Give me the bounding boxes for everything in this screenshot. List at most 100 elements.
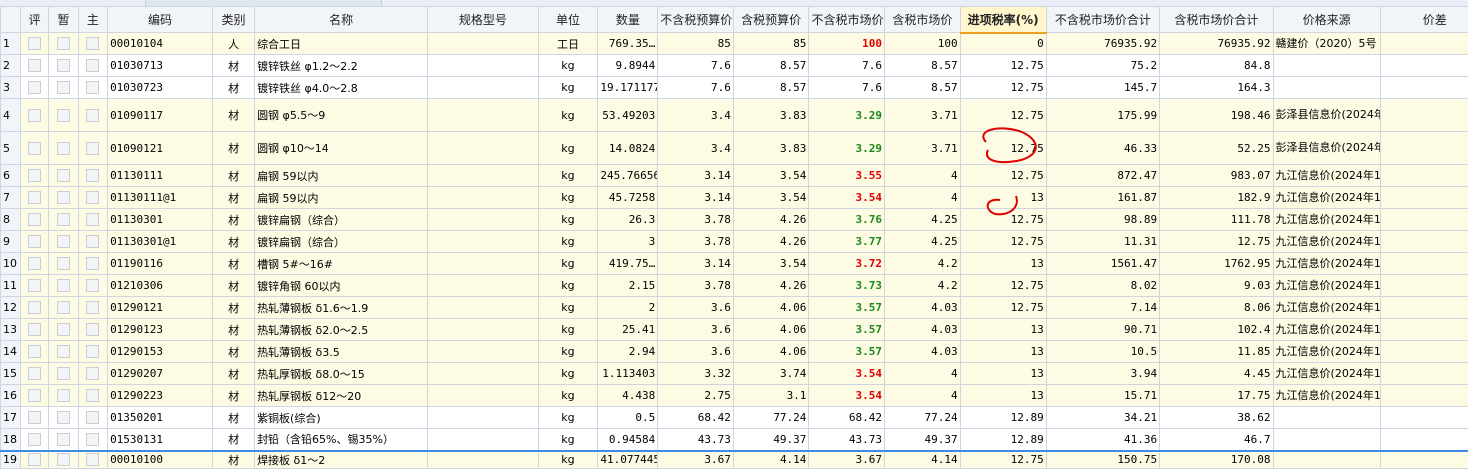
- cell-name[interactable]: 镀锌铁丝 φ4.0～2.8: [254, 76, 429, 99]
- main-checkbox[interactable]: [86, 389, 100, 403]
- review-checkbox[interactable]: [28, 108, 42, 122]
- cell-input-tax-rate[interactable]: 12.75: [959, 131, 1047, 165]
- cell-qty[interactable]: 0.5: [597, 406, 659, 429]
- cell-name[interactable]: 镀锌扁钢（综合）: [254, 230, 429, 253]
- header-col-code[interactable]: 编码: [107, 6, 214, 33]
- cell-input-tax-rate[interactable]: 12.89: [959, 406, 1047, 429]
- cell-category[interactable]: 材: [212, 186, 256, 209]
- cell-market-tax[interactable]: 4.25: [884, 230, 961, 253]
- cell-price-source[interactable]: 九江信息价(2024年11月): [1272, 252, 1381, 275]
- header-col-category[interactable]: 类别: [212, 6, 256, 33]
- main-checkbox[interactable]: [86, 367, 100, 381]
- temp-checkbox-cell[interactable]: [48, 76, 79, 99]
- main-checkbox[interactable]: [86, 433, 100, 446]
- header-col-price-diff[interactable]: 价差: [1379, 6, 1468, 33]
- cell-price-diff[interactable]: -0.: [1379, 362, 1468, 385]
- cell-market-tax[interactable]: 4.14: [884, 449, 961, 469]
- table-row[interactable]: 18 01530131 材封铅（含铅65%、锡35%） kg 0.94584 43.73 4…: [0, 428, 1468, 451]
- table-row[interactable]: 8 01130301 材镀锌扁钢（综合） kg 26.3 3.78 4.26 3.76 4.25…: [0, 208, 1468, 231]
- review-checkbox-cell[interactable]: [19, 406, 50, 429]
- cell-market-notax[interactable]: 7.6: [808, 76, 886, 99]
- main-checkbox-cell[interactable]: [77, 274, 109, 297]
- temp-checkbox[interactable]: [56, 433, 70, 446]
- review-checkbox-cell[interactable]: [19, 296, 50, 319]
- cell-market-notax[interactable]: 3.76: [808, 208, 886, 231]
- temp-checkbox-cell[interactable]: [48, 296, 79, 319]
- main-checkbox[interactable]: [86, 453, 100, 467]
- review-checkbox[interactable]: [28, 301, 42, 315]
- cell-budget-notax[interactable]: 3.4: [657, 98, 734, 132]
- cell-market-notax[interactable]: 3.57: [808, 340, 886, 363]
- review-checkbox-cell[interactable]: [19, 428, 50, 451]
- review-checkbox[interactable]: [28, 367, 42, 381]
- cell-spec[interactable]: [427, 318, 539, 341]
- cell-market-notax-total[interactable]: 150.75: [1045, 449, 1161, 469]
- cell-market-tax[interactable]: 77.24: [884, 406, 961, 429]
- cell-market-notax-total[interactable]: 161.87: [1045, 186, 1161, 209]
- cell-name[interactable]: 圆钢 φ5.5～9: [254, 98, 429, 132]
- main-checkbox-cell[interactable]: [77, 131, 109, 165]
- cell-market-notax[interactable]: 3.29: [808, 131, 886, 165]
- cell-price-diff[interactable]: [1379, 54, 1468, 77]
- cell-market-tax[interactable]: 4.03: [884, 296, 961, 319]
- review-checkbox-cell[interactable]: [19, 362, 50, 385]
- cell-market-notax[interactable]: 3.55: [808, 164, 886, 187]
- review-checkbox[interactable]: [28, 37, 42, 51]
- cell-budget-tax[interactable]: 3.1: [732, 384, 810, 407]
- header-col-temp[interactable]: 暂: [48, 6, 79, 33]
- cell-market-notax-total[interactable]: 75.2: [1045, 54, 1161, 77]
- table-row[interactable]: 10 01190116 材槽钢 5#～16# kg 419.75… 3.14 3.54 3.7…: [0, 252, 1468, 275]
- cell-input-tax-rate[interactable]: 12.75: [959, 208, 1047, 231]
- table-row[interactable]: 12 01290121 材热轧薄钢板 δ1.6～1.9 kg 2 3.6 4.06 3.57 4…: [0, 296, 1468, 319]
- cell-budget-notax[interactable]: 3.67: [657, 449, 734, 469]
- cell-price-diff[interactable]: -0.: [1379, 208, 1468, 231]
- review-checkbox-cell[interactable]: [19, 186, 50, 209]
- cell-unit[interactable]: kg: [537, 252, 599, 275]
- temp-checkbox[interactable]: [56, 141, 70, 155]
- temp-checkbox[interactable]: [56, 301, 70, 315]
- temp-checkbox-cell[interactable]: [48, 32, 79, 55]
- cell-input-tax-rate[interactable]: 13: [959, 252, 1047, 275]
- header-col-qty[interactable]: 数量: [597, 6, 659, 33]
- main-checkbox-cell[interactable]: [77, 252, 109, 275]
- cell-price-diff[interactable]: -0.: [1379, 384, 1468, 407]
- main-checkbox[interactable]: [86, 37, 100, 51]
- cell-market-notax[interactable]: 3.72: [808, 252, 886, 275]
- temp-checkbox-cell[interactable]: [48, 362, 79, 385]
- cell-name[interactable]: 扁钢 59以内: [254, 164, 429, 187]
- row-number[interactable]: 18: [0, 428, 21, 451]
- cell-budget-notax[interactable]: 68.42: [657, 406, 734, 429]
- cell-unit[interactable]: kg: [537, 230, 599, 253]
- cell-market-tax[interactable]: 3.71: [884, 131, 961, 165]
- cell-unit[interactable]: kg: [537, 208, 599, 231]
- temp-checkbox[interactable]: [56, 279, 70, 293]
- cell-budget-tax[interactable]: 4.14: [732, 449, 810, 469]
- cell-budget-tax[interactable]: 3.54: [732, 252, 810, 275]
- cell-market-notax-total[interactable]: 76935.92: [1045, 32, 1161, 55]
- cell-market-tax-total[interactable]: 1762.95: [1159, 252, 1274, 275]
- temp-checkbox[interactable]: [56, 235, 70, 249]
- table-row[interactable]: 3 01030723 材镀锌铁丝 φ4.0～2.8 kg 19.171177 7.6 8.5…: [0, 76, 1468, 99]
- cell-price-source[interactable]: [1272, 406, 1381, 429]
- cell-input-tax-rate[interactable]: 13: [959, 318, 1047, 341]
- header-col-budget-notax[interactable]: 不含税预算价: [657, 6, 734, 33]
- cell-market-notax-total[interactable]: 10.5: [1045, 340, 1161, 363]
- cell-category[interactable]: 材: [212, 131, 256, 165]
- table-row[interactable]: 17 01350201 材紫铜板(综合) kg 0.5 68.42 77.24 68.42 77…: [0, 406, 1468, 429]
- cell-market-notax-total[interactable]: 46.33: [1045, 131, 1161, 165]
- cell-market-notax-total[interactable]: 872.47: [1045, 164, 1161, 187]
- cell-budget-notax[interactable]: 3.78: [657, 208, 734, 231]
- cell-market-tax-total[interactable]: 76935.92: [1159, 32, 1274, 55]
- main-checkbox[interactable]: [86, 323, 100, 337]
- cell-budget-tax[interactable]: 4.06: [732, 340, 810, 363]
- cell-unit[interactable]: kg: [537, 428, 599, 451]
- main-checkbox-cell[interactable]: [77, 76, 109, 99]
- main-checkbox[interactable]: [86, 141, 100, 155]
- cell-spec[interactable]: [427, 406, 539, 429]
- cell-market-tax-total[interactable]: 52.25: [1159, 131, 1274, 165]
- review-checkbox[interactable]: [28, 279, 42, 293]
- cell-market-notax[interactable]: 3.54: [808, 384, 886, 407]
- cell-qty[interactable]: 14.0824: [597, 131, 659, 165]
- cell-market-tax[interactable]: 4: [884, 164, 961, 187]
- cell-category[interactable]: 材: [212, 252, 256, 275]
